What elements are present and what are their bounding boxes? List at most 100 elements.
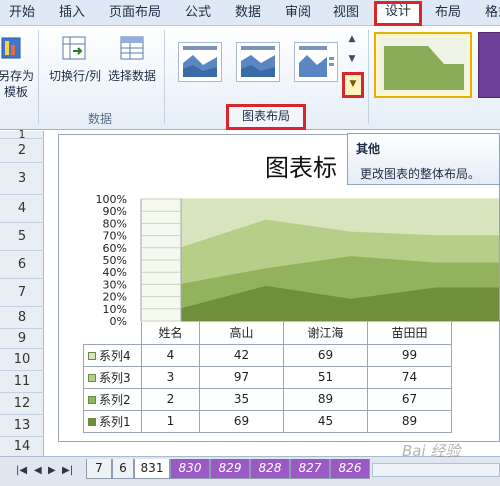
legend-swatch-series4	[88, 352, 96, 360]
tab-view[interactable]: 视图	[326, 3, 366, 25]
tooltip-title: 其他	[356, 142, 381, 156]
ribbon-tab-bar: 开始 插入 页面布局 公式 数据 审阅 视图 设计 布局 格式	[0, 0, 500, 26]
tab-home[interactable]: 开始	[2, 3, 42, 25]
row-number[interactable]: 7	[0, 279, 44, 307]
data-table-category: 谢江海	[283, 322, 368, 345]
tab-data[interactable]: 数据	[228, 3, 268, 25]
chart-layout-option-1[interactable]	[178, 42, 222, 82]
data-table-cell: 35	[199, 387, 284, 411]
sheet-tab-active[interactable]: 831	[134, 459, 170, 479]
series-label-cell: 系列2	[83, 387, 142, 411]
horizontal-scrollbar[interactable]	[372, 463, 500, 477]
data-table-cell: 67	[367, 387, 452, 411]
sheet-tab[interactable]: 7	[86, 459, 112, 479]
row-number[interactable]: 11	[0, 371, 44, 393]
series-label-cell: 系列1	[83, 409, 142, 433]
y-tick-label: 100%	[96, 193, 127, 206]
data-table-cell: 45	[283, 409, 368, 433]
row-number[interactable]: 8	[0, 307, 44, 329]
layout-gallery-down-arrow[interactable]: ▼	[345, 50, 359, 68]
data-table-cell: 69	[283, 343, 368, 367]
save-template-icon	[0, 34, 26, 62]
first-sheet-icon[interactable]: |◀	[16, 465, 27, 476]
tab-formulas[interactable]: 公式	[178, 3, 218, 25]
data-table-cell: 74	[367, 365, 452, 389]
data-table-cell: 4	[141, 343, 200, 367]
sheet-tab[interactable]: 830	[170, 459, 210, 479]
data-table-row: 系列1 1 69 45 89	[83, 409, 452, 433]
series-label-cell: 系列3	[83, 365, 142, 389]
data-table-cell: 2	[141, 387, 200, 411]
save-template-label-1: 另存为	[0, 69, 34, 83]
chart-data-table[interactable]: 姓名 高山 谢江海 苗田田 系列4 4 42 69 99 系列3 3 97 51…	[83, 322, 452, 433]
switch-row-column-button[interactable]: 切换行/列	[44, 68, 106, 84]
chart-layout-option-2[interactable]	[236, 42, 280, 82]
tab-page-layout[interactable]: 页面布局	[102, 3, 168, 25]
select-data-button[interactable]: 选择数据	[104, 68, 160, 84]
tab-format[interactable]: 格式	[478, 3, 500, 25]
sheet-tab[interactable]: 829	[210, 459, 250, 479]
y-tick-label: 80%	[103, 217, 127, 230]
tab-review[interactable]: 审阅	[278, 3, 318, 25]
row-number[interactable]: 2	[0, 139, 44, 163]
row-number[interactable]: 13	[0, 415, 44, 437]
row-header: 1 2 3 4 5 6 7 8 9 10 11 12 13 14	[0, 129, 44, 456]
more-layouts-tooltip: 其他 更改图表的整体布局。	[347, 133, 500, 185]
tab-design[interactable]: 设计	[374, 1, 422, 26]
group-separator	[164, 30, 165, 124]
row-number[interactable]: 12	[0, 393, 44, 415]
next-sheet-icon[interactable]: ▶	[48, 465, 56, 476]
data-table-corner	[84, 322, 142, 344]
data-table-cell: 69	[199, 409, 284, 433]
data-group-label: 数据	[87, 112, 112, 126]
sheet-tab[interactable]: 826	[330, 459, 370, 479]
more-dropdown-icon: ▼	[349, 79, 357, 89]
series-label-cell: 系列4	[83, 343, 142, 367]
sheet-tab[interactable]: 6	[112, 459, 134, 479]
legend-swatch-series3	[88, 374, 96, 382]
data-table-category: 高山	[199, 322, 284, 345]
switch-row-column-icon	[60, 34, 88, 62]
row-number[interactable]: 9	[0, 329, 44, 349]
chart-layout-option-3[interactable]	[294, 42, 338, 82]
row-number[interactable]: 1	[0, 129, 44, 140]
tab-layout[interactable]: 布局	[428, 3, 468, 25]
tab-insert[interactable]: 插入	[52, 3, 92, 25]
data-table-header-row: 姓名 高山 谢江海 苗田田	[84, 322, 452, 345]
chart-style-option-2[interactable]	[478, 32, 500, 98]
data-table-cell: 99	[367, 343, 452, 367]
data-table-category: 苗田田	[367, 322, 452, 345]
row-number[interactable]: 3	[0, 163, 44, 195]
chart-style-option-1[interactable]	[374, 32, 472, 98]
sheet-tab[interactable]: 828	[250, 459, 290, 479]
row-number[interactable]: 4	[0, 195, 44, 223]
layout-gallery-more-button[interactable]: ▼	[342, 72, 364, 98]
row-number[interactable]: 5	[0, 223, 44, 251]
save-as-template-button[interactable]: 另存为 模板	[0, 68, 36, 100]
row-number[interactable]: 6	[0, 251, 44, 279]
series-name: 系列2	[99, 392, 131, 407]
series-name: 系列3	[99, 370, 131, 385]
watermark-text: Bai 经验	[402, 442, 461, 460]
data-table-row: 系列2 2 35 89 67	[83, 387, 452, 411]
y-tick-label: 60%	[103, 242, 127, 255]
y-tick-label: 90%	[103, 205, 127, 218]
row-number[interactable]: 10	[0, 349, 44, 371]
data-table-row: 系列4 4 42 69 99	[83, 343, 452, 367]
sheet-tab[interactable]: 827	[290, 459, 330, 479]
chart-layout-group-label: 图表布局	[226, 104, 306, 130]
y-tick-label: 70%	[103, 230, 127, 243]
data-table-cell: 1	[141, 409, 200, 433]
layout-gallery-up-arrow[interactable]: ▲	[345, 30, 359, 48]
y-tick-label: 50%	[103, 254, 127, 267]
legend-swatch-series2	[88, 396, 96, 404]
last-sheet-icon[interactable]: ▶|	[62, 465, 73, 476]
y-tick-label: 30%	[103, 278, 127, 291]
prev-sheet-icon[interactable]: ◀	[34, 465, 42, 476]
data-table-cell: 97	[199, 365, 284, 389]
y-tick-label: 20%	[103, 291, 127, 304]
row-number[interactable]: 14	[0, 437, 44, 456]
tooltip-description: 更改图表的整体布局。	[360, 167, 481, 181]
data-table-cell: 89	[367, 409, 452, 433]
data-table-category: 姓名	[141, 322, 200, 345]
